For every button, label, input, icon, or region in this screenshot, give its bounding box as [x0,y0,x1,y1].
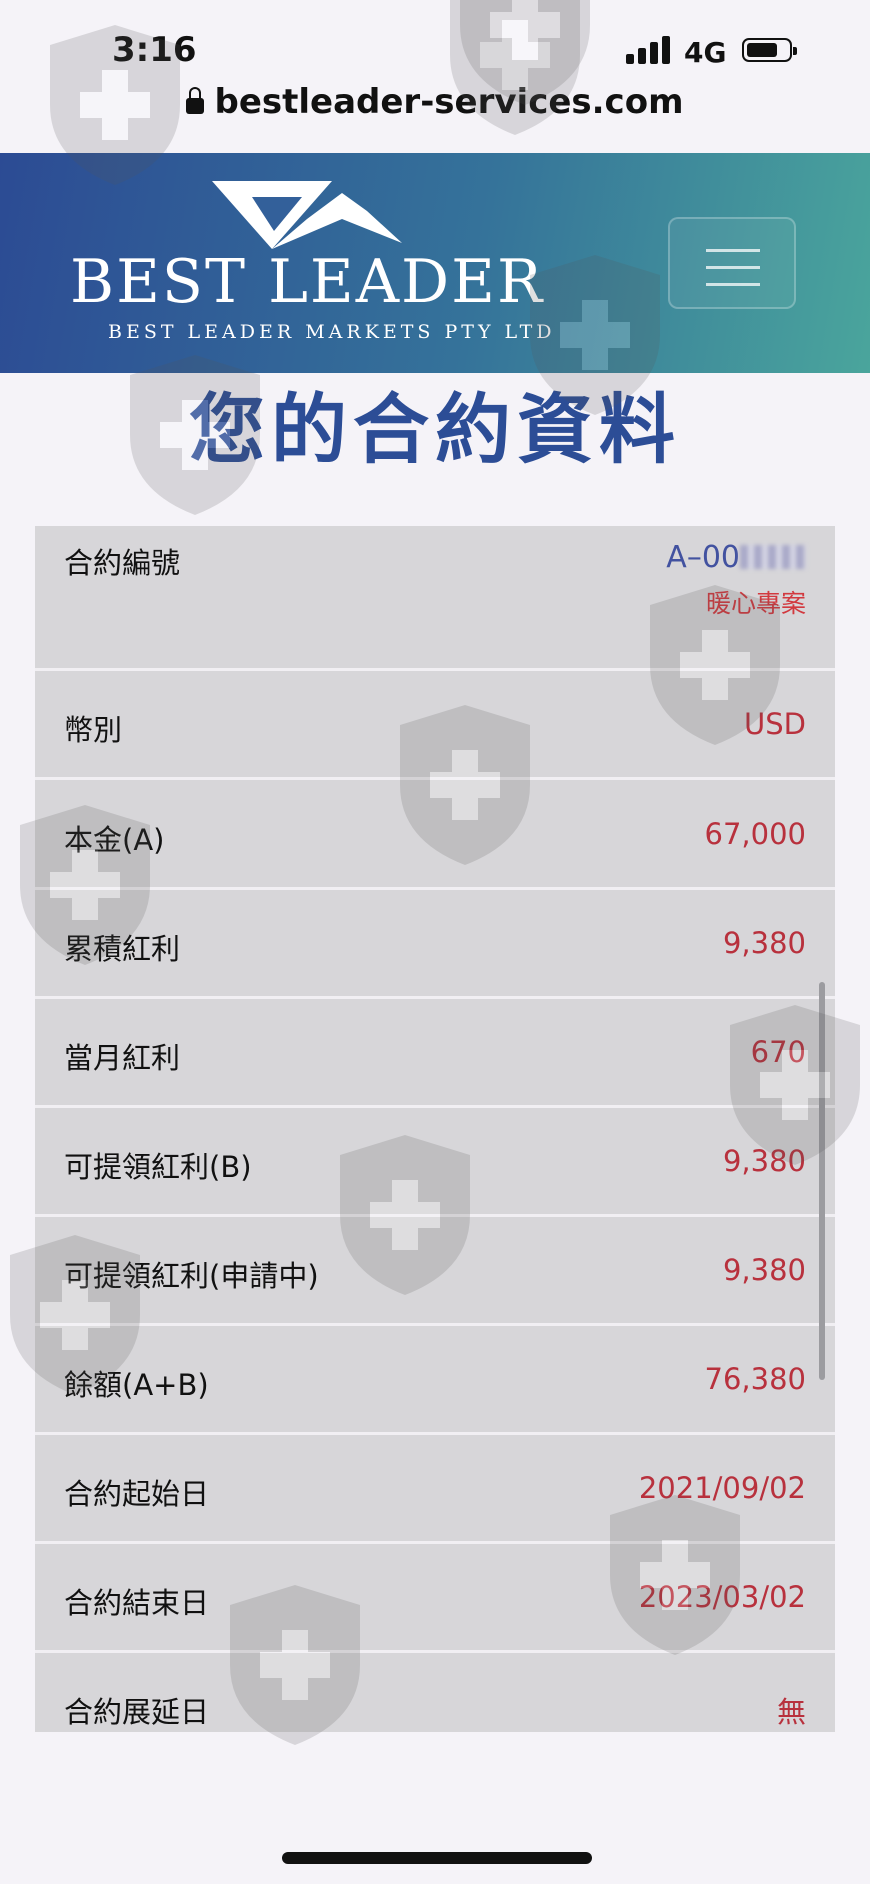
info-row: 合約展延日 無 [35,1653,835,1732]
info-row-value: 67,000 [704,817,806,851]
info-row: 可提領紅利(B) 9,380 [35,1108,835,1217]
home-indicator[interactable] [282,1852,592,1864]
status-bar: 3:16 4G [0,0,870,80]
battery-icon [742,38,797,62]
info-row: 幣別 USD [35,671,835,780]
info-row-value: 9,380 [722,1253,806,1287]
scrollbar[interactable] [819,982,825,1380]
info-row: 累積紅利 9,380 [35,890,835,999]
contract-number-row: 合約編號 A–00 暖心專案 [35,526,835,671]
info-row: 可提領紅利(申請中) 9,380 [35,1217,835,1326]
contract-number-value: A–00 [666,540,806,575]
hamburger-menu-icon [706,249,760,252]
info-row-label: 幣別 [64,713,123,747]
logo-text: BEST LEADER [70,247,545,317]
logo-mark-icon [212,181,402,249]
status-time: 3:16 [112,30,197,70]
network-type: 4G [684,36,727,69]
url-text[interactable]: bestleader-services.com [214,82,683,122]
info-row-label: 本金(A) [64,823,165,857]
info-row-value: 670 [750,1035,806,1069]
info-row-label: 可提領紅利(申請中) [64,1259,319,1293]
contract-note: 暖心專案 [705,589,806,618]
info-row: 本金(A) 67,000 [35,781,835,890]
info-row-label: 合約結束日 [64,1586,210,1620]
info-row: 當月紅利 670 [35,999,835,1108]
info-row: 合約結束日 2023/03/02 [35,1544,835,1653]
site-header: BEST LEADER BEST LEADER MARKETS PTY LTD [0,153,870,373]
info-row-label: 合約起始日 [64,1477,210,1511]
address-bar[interactable]: bestleader-services.com [0,82,870,122]
info-row-value: 2021/09/02 [638,1471,806,1505]
info-row-value: 9,380 [722,1144,806,1178]
info-row-value: 無 [776,1695,806,1729]
info-row-label: 餘額(A+B) [64,1368,209,1402]
logo-subtext: BEST LEADER MARKETS PTY LTD [108,321,556,343]
menu-button[interactable] [668,217,796,309]
signal-icon [626,36,672,64]
page-title: 您的合約資料 [189,385,681,474]
info-row: 合約起始日 2021/09/02 [35,1435,835,1544]
contract-info-table: 合約編號 A–00 暖心專案 幣別 USD 本金(A) 67,000 累積紅利 9,380… [35,526,835,1732]
info-row-label: 合約展延日 [64,1695,210,1729]
info-row-value: USD [744,707,806,741]
info-row: 餘額(A+B) 76,380 [35,1326,835,1435]
brand-logo[interactable]: BEST LEADER BEST LEADER MARKETS PTY LTD [70,181,552,351]
info-row-value: 76,380 [704,1362,806,1396]
info-row-value: 2023/03/02 [638,1580,806,1614]
info-row-value: 9,380 [722,926,806,960]
info-row-label: 當月紅利 [64,1041,181,1075]
info-row-label: 可提領紅利(B) [64,1150,252,1184]
contract-number-label: 合約編號 [64,546,181,580]
info-row-label: 累積紅利 [64,932,181,966]
lock-icon [186,87,205,114]
